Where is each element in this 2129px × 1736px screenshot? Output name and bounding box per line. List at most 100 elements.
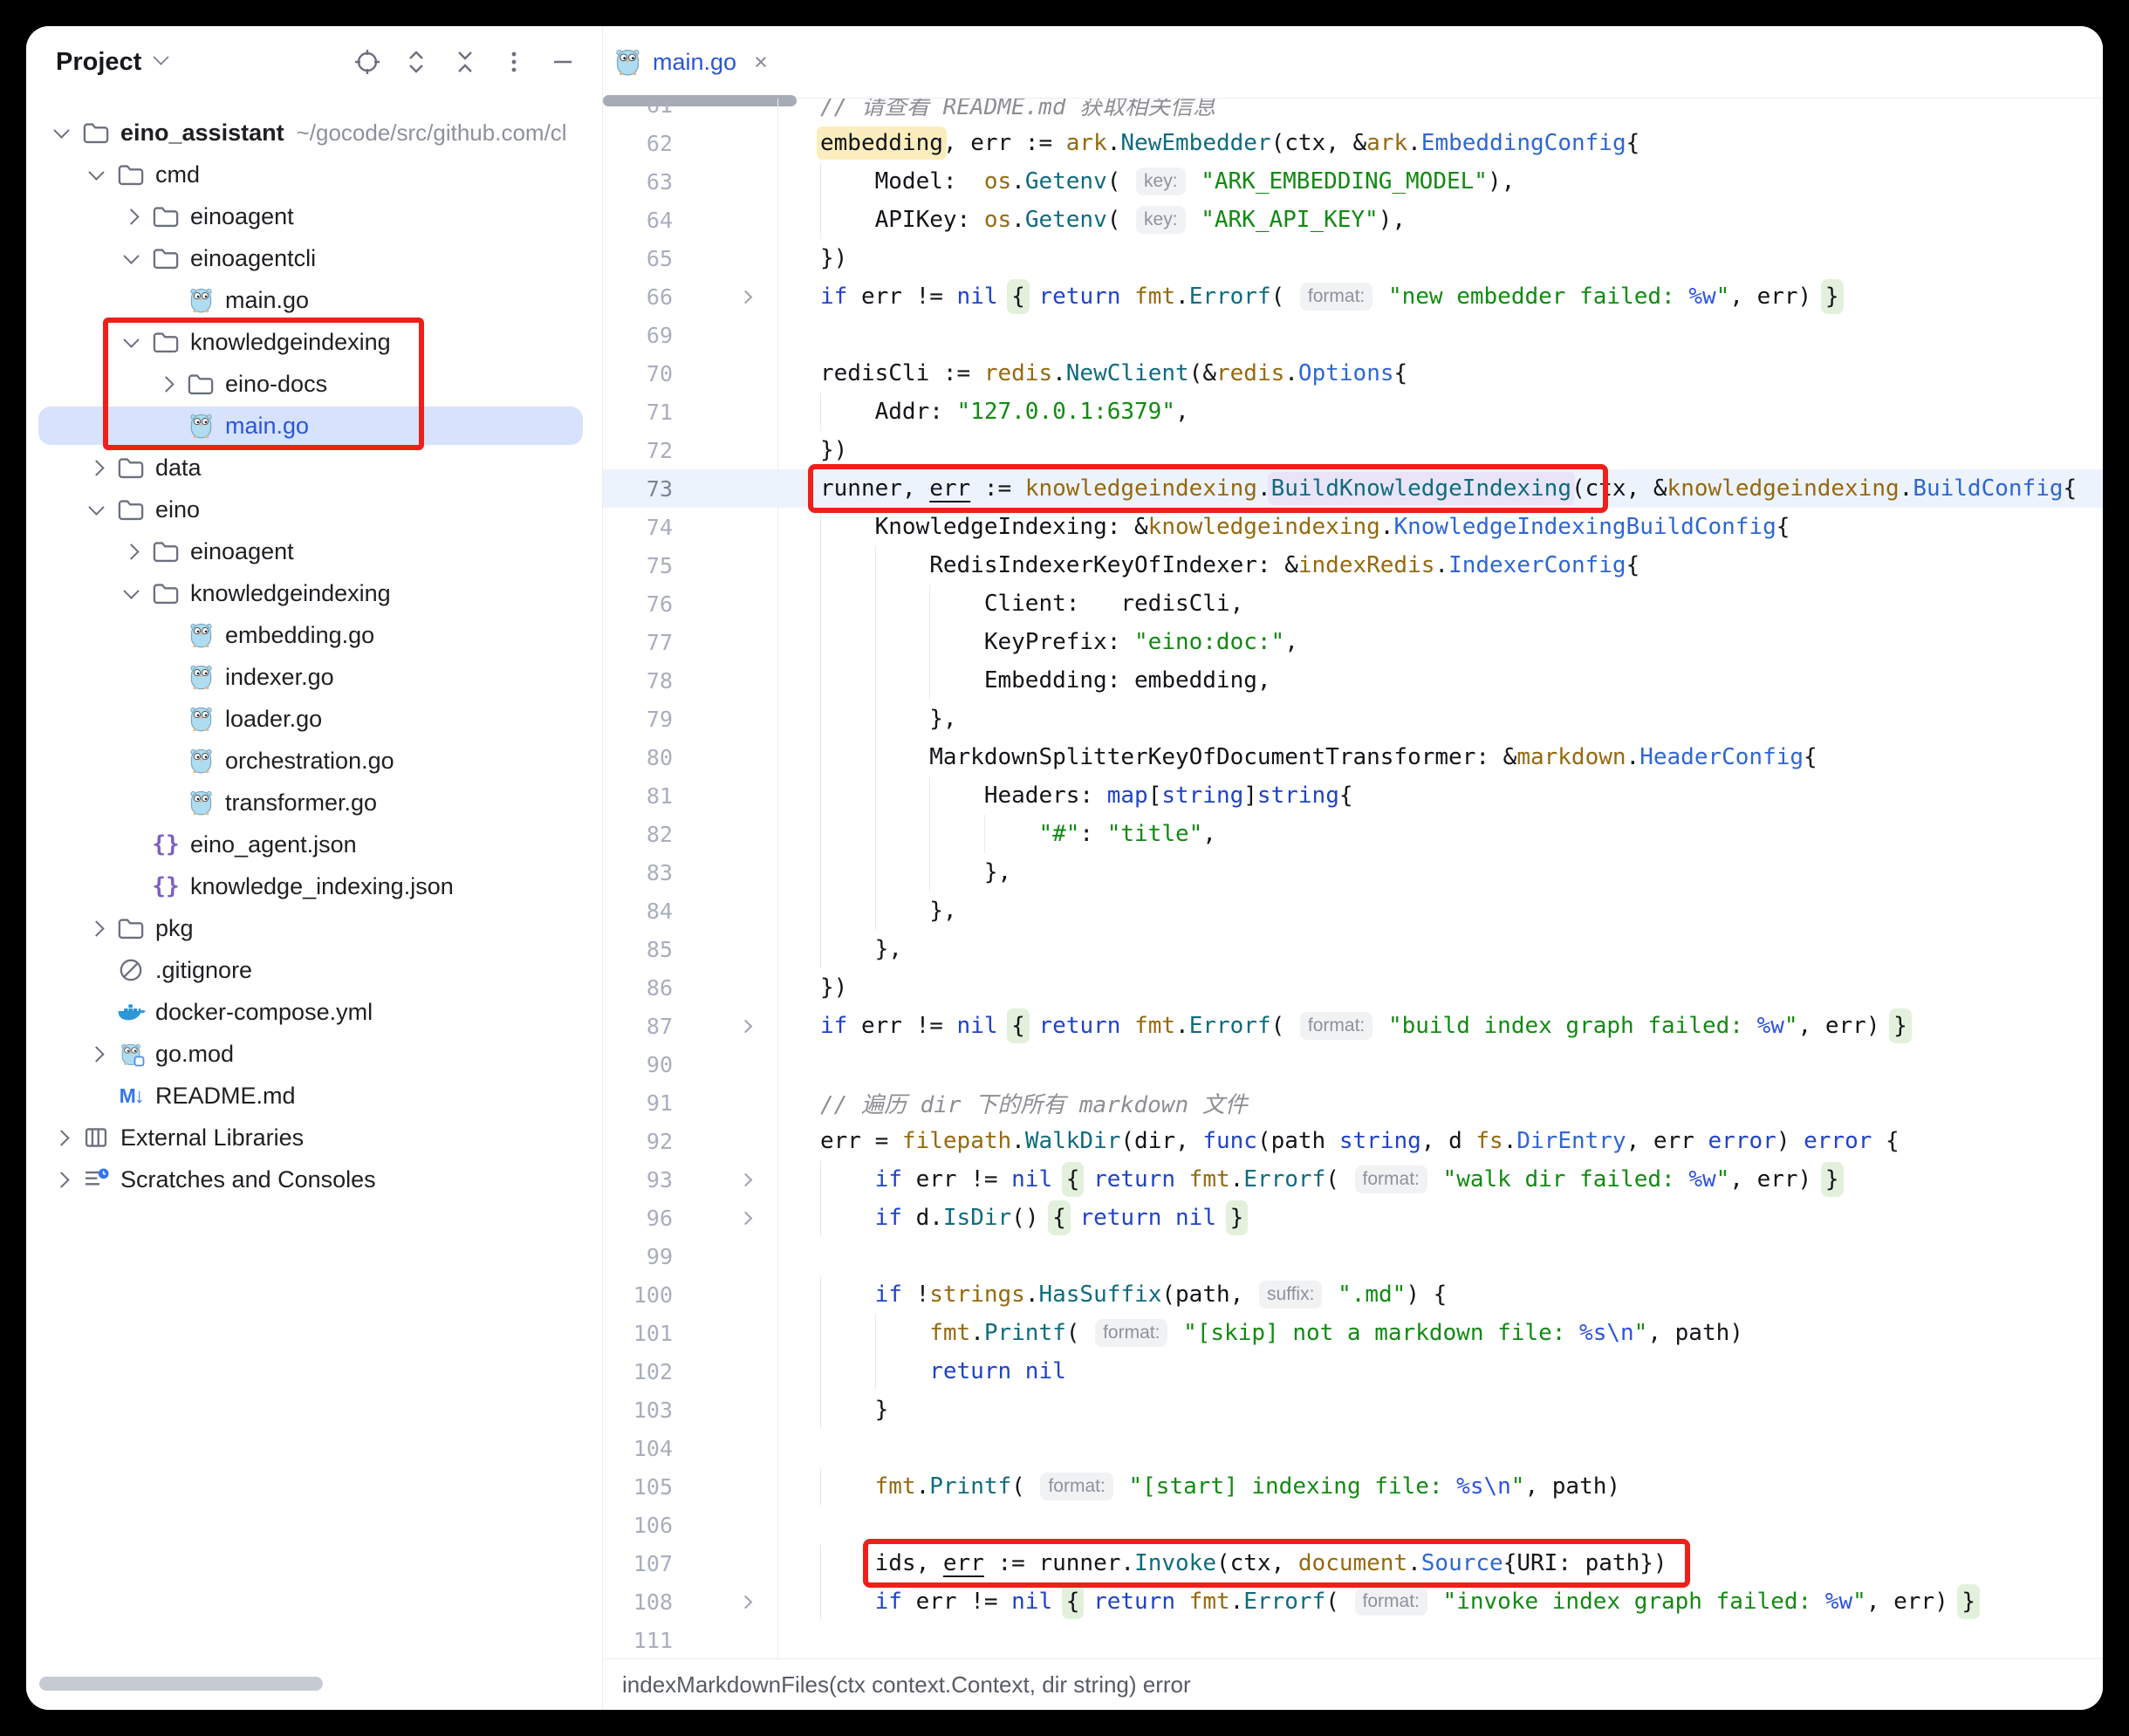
code-line-106[interactable]: 106 (603, 1506, 2103, 1544)
line-number[interactable]: 111 (603, 1628, 673, 1653)
chevron-expanded-icon[interactable] (79, 169, 113, 181)
code-line-96[interactable]: 96if d.IsDir() { return nil } (603, 1199, 2103, 1237)
line-number[interactable]: 63 (603, 169, 673, 195)
tree-item-docker-compose.yml[interactable]: docker-compose.yml (26, 991, 602, 1033)
tree-item-external-libraries[interactable]: External Libraries (26, 1117, 602, 1158)
line-number[interactable]: 102 (603, 1359, 673, 1384)
chevron-collapsed-icon[interactable] (44, 1174, 79, 1186)
tree-item-orchestration.go[interactable]: orchestration.go (26, 740, 602, 782)
chevron-expanded-icon[interactable] (113, 588, 148, 599)
tree-item-transformer.go[interactable]: transformer.go (26, 782, 602, 824)
code-line-80[interactable]: 80MarkdownSplitterKeyOfDocumentTransform… (603, 738, 2103, 776)
tree-item-cmd[interactable]: cmd (26, 154, 602, 195)
code-line-64[interactable]: 64APIKey: os.Getenv( key: "ARK_API_KEY")… (603, 201, 2103, 239)
tree-item-data[interactable]: data (26, 447, 602, 489)
code-line-108[interactable]: 108if err != nil { return fmt.Errorf( fo… (603, 1582, 2103, 1621)
code-line-101[interactable]: 101fmt.Printf( format: "[skip] not a mar… (603, 1314, 2103, 1352)
line-number[interactable]: 85 (603, 937, 673, 962)
tree-item-indexer.go[interactable]: indexer.go (26, 656, 602, 698)
chevron-collapsed-icon[interactable] (79, 1049, 113, 1060)
code-line-76[interactable]: 76Client: redisCli, (603, 584, 2103, 623)
line-number[interactable]: 71 (603, 400, 673, 425)
tree-item-go.mod[interactable]: go.mod (26, 1033, 602, 1075)
code-line-61[interactable]: 61// 请查看 README.md 获取相关信息 (603, 99, 2103, 124)
code-line-91[interactable]: 91// 遍历 dir 下的所有 markdown 文件 (603, 1083, 2103, 1122)
tree-item-einoagentcli[interactable]: einoagentcli (26, 237, 602, 279)
code-line-102[interactable]: 102return nil (603, 1352, 2103, 1391)
line-number[interactable]: 73 (603, 476, 673, 502)
code-line-66[interactable]: 66if err != nil { return fmt.Errorf( for… (603, 277, 2103, 316)
code-line-85[interactable]: 85}, (603, 930, 2103, 968)
code-line-104[interactable]: 104 (603, 1429, 2103, 1467)
code-line-75[interactable]: 75RedisIndexerKeyOfIndexer: &indexRedis.… (603, 546, 2103, 584)
code-line-65[interactable]: 65}) (603, 239, 2103, 277)
code-line-69[interactable]: 69 (603, 316, 2103, 354)
line-number[interactable]: 105 (603, 1474, 673, 1500)
more-options-icon[interactable] (499, 47, 529, 77)
line-number[interactable]: 101 (603, 1321, 673, 1346)
chevron-expanded-icon[interactable] (44, 127, 79, 139)
chevron-collapsed-icon[interactable] (148, 379, 183, 390)
code-line-74[interactable]: 74KnowledgeIndexing: &knowledgeindexing.… (603, 508, 2103, 546)
line-number[interactable]: 64 (603, 208, 673, 233)
tab-main-go[interactable]: main.go × (615, 26, 768, 98)
code-line-72[interactable]: 72}) (603, 431, 2103, 469)
line-number[interactable]: 92 (603, 1129, 673, 1154)
line-number[interactable]: 103 (603, 1398, 673, 1423)
tree-item-main.go[interactable]: main.go (26, 405, 602, 447)
code-line-62[interactable]: 62embedding, err := ark.NewEmbedder(ctx,… (603, 124, 2103, 162)
tree-item-.gitignore[interactable]: .gitignore (26, 949, 602, 991)
code-line-78[interactable]: 78Embedding: embedding, (603, 661, 2103, 700)
fold-icon[interactable] (732, 1175, 758, 1185)
line-number[interactable]: 66 (603, 284, 673, 310)
line-number[interactable]: 99 (603, 1244, 673, 1269)
code-line-73[interactable]: 73runner, err := knowledgeindexing.Build… (603, 469, 2103, 508)
line-number[interactable]: 87 (603, 1014, 673, 1039)
chevron-expanded-icon[interactable] (113, 337, 148, 348)
project-horizontal-scrollbar[interactable] (39, 1677, 323, 1691)
line-number[interactable]: 104 (603, 1436, 673, 1461)
project-panel-title[interactable]: Project (56, 48, 141, 77)
code-line-99[interactable]: 99 (603, 1237, 2103, 1275)
tree-item-loader.go[interactable]: loader.go (26, 698, 602, 740)
code-line-79[interactable]: 79}, (603, 700, 2103, 738)
line-number[interactable]: 83 (603, 860, 673, 885)
line-number[interactable]: 100 (603, 1282, 673, 1308)
line-number[interactable]: 77 (603, 630, 673, 655)
line-number[interactable]: 61 (603, 99, 673, 118)
tree-item-knowledgeindexing[interactable]: knowledgeindexing (26, 321, 602, 363)
line-number[interactable]: 74 (603, 515, 673, 540)
fold-icon[interactable] (732, 1597, 758, 1607)
code-line-86[interactable]: 86}) (603, 968, 2103, 1007)
code-line-87[interactable]: 87if err != nil { return fmt.Errorf( for… (603, 1007, 2103, 1045)
line-number[interactable]: 84 (603, 899, 673, 924)
code-line-82[interactable]: 82"#": "title", (603, 815, 2103, 853)
tree-item-embedding.go[interactable]: embedding.go (26, 614, 602, 656)
tree-item-readme.md[interactable]: M↓README.md (26, 1075, 602, 1117)
code-line-84[interactable]: 84}, (603, 892, 2103, 930)
tree-item-eino-agent.json[interactable]: {}eino_agent.json (26, 824, 602, 865)
line-number[interactable]: 76 (603, 591, 673, 617)
line-number[interactable]: 72 (603, 438, 673, 463)
code-viewport[interactable]: 61// 请查看 README.md 获取相关信息62embedding, er… (603, 99, 2103, 1659)
code-line-71[interactable]: 71Addr: "127.0.0.1:6379", (603, 393, 2103, 431)
line-number[interactable]: 69 (603, 323, 673, 348)
code-line-70[interactable]: 70redisCli := redis.NewClient(&redis.Opt… (603, 354, 2103, 393)
line-number[interactable]: 80 (603, 745, 673, 770)
tree-item-knowledgeindexing[interactable]: knowledgeindexing (26, 572, 602, 614)
tree-item-einoagent[interactable]: einoagent (26, 530, 602, 572)
collapse-all-icon[interactable] (450, 47, 480, 77)
chevron-collapsed-icon[interactable] (79, 923, 113, 934)
line-number[interactable]: 78 (603, 668, 673, 694)
line-number[interactable]: 81 (603, 783, 673, 809)
code-line-105[interactable]: 105fmt.Printf( format: "[start] indexing… (603, 1467, 2103, 1506)
line-number[interactable]: 79 (603, 707, 673, 732)
fold-icon[interactable] (732, 1213, 758, 1223)
line-number[interactable]: 106 (603, 1513, 673, 1538)
code-line-111[interactable]: 111 (603, 1621, 2103, 1659)
line-number[interactable]: 75 (603, 553, 673, 578)
chevron-collapsed-icon[interactable] (113, 211, 148, 222)
tree-item-eino-assistant[interactable]: eino_assistant~/gocode/src/github.com/cl (26, 112, 602, 154)
code-line-107[interactable]: 107ids, err := runner.Invoke(ctx, docume… (603, 1544, 2103, 1582)
line-number[interactable]: 107 (603, 1551, 673, 1576)
